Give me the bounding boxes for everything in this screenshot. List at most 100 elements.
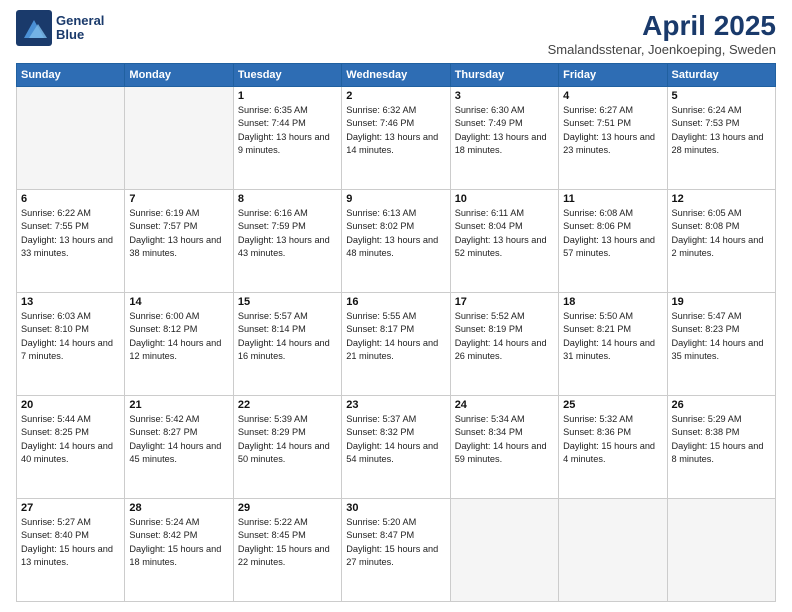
- calendar-cell: 15Sunrise: 5:57 AMSunset: 8:14 PMDayligh…: [233, 293, 341, 396]
- day-info-line: Sunset: 7:53 PM: [672, 117, 771, 130]
- day-info-line: Sunrise: 6:08 AM: [563, 207, 662, 220]
- day-info-line: Daylight: 15 hours and 18 minutes.: [129, 543, 228, 570]
- day-info-line: Sunrise: 5:47 AM: [672, 310, 771, 323]
- day-info-line: Daylight: 13 hours and 43 minutes.: [238, 234, 337, 261]
- calendar-cell: 10Sunrise: 6:11 AMSunset: 8:04 PMDayligh…: [450, 190, 558, 293]
- calendar-cell: 18Sunrise: 5:50 AMSunset: 8:21 PMDayligh…: [559, 293, 667, 396]
- day-number: 1: [238, 90, 337, 102]
- day-info-line: Sunset: 8:29 PM: [238, 426, 337, 439]
- day-info-line: Sunset: 8:27 PM: [129, 426, 228, 439]
- day-info-line: Sunset: 8:21 PM: [563, 323, 662, 336]
- day-info-line: Daylight: 14 hours and 26 minutes.: [455, 337, 554, 364]
- logo: General Blue: [16, 10, 104, 46]
- day-number: 2: [346, 90, 445, 102]
- day-info-line: Daylight: 14 hours and 2 minutes.: [672, 234, 771, 261]
- day-info-line: Daylight: 14 hours and 40 minutes.: [21, 440, 120, 467]
- day-info-line: Daylight: 13 hours and 52 minutes.: [455, 234, 554, 261]
- calendar-cell: 16Sunrise: 5:55 AMSunset: 8:17 PMDayligh…: [342, 293, 450, 396]
- col-header-friday: Friday: [559, 64, 667, 87]
- day-info-line: Sunrise: 5:57 AM: [238, 310, 337, 323]
- day-number: 17: [455, 296, 554, 308]
- day-info-line: Sunset: 7:44 PM: [238, 117, 337, 130]
- day-info-line: Daylight: 13 hours and 57 minutes.: [563, 234, 662, 261]
- day-info-line: Daylight: 15 hours and 22 minutes.: [238, 543, 337, 570]
- day-info-line: Daylight: 14 hours and 54 minutes.: [346, 440, 445, 467]
- calendar-cell: 25Sunrise: 5:32 AMSunset: 8:36 PMDayligh…: [559, 396, 667, 499]
- day-info-line: Sunset: 7:57 PM: [129, 220, 228, 233]
- day-info-line: Daylight: 13 hours and 38 minutes.: [129, 234, 228, 261]
- calendar-table: SundayMondayTuesdayWednesdayThursdayFrid…: [16, 63, 776, 602]
- day-number: 15: [238, 296, 337, 308]
- day-number: 27: [21, 502, 120, 514]
- day-info-line: Sunset: 8:12 PM: [129, 323, 228, 336]
- calendar-cell: 28Sunrise: 5:24 AMSunset: 8:42 PMDayligh…: [125, 499, 233, 602]
- day-number: 7: [129, 193, 228, 205]
- day-number: 8: [238, 193, 337, 205]
- day-info-line: Daylight: 15 hours and 13 minutes.: [21, 543, 120, 570]
- day-number: 21: [129, 399, 228, 411]
- day-info-line: Daylight: 13 hours and 14 minutes.: [346, 131, 445, 158]
- day-number: 18: [563, 296, 662, 308]
- col-header-monday: Monday: [125, 64, 233, 87]
- calendar-cell: 11Sunrise: 6:08 AMSunset: 8:06 PMDayligh…: [559, 190, 667, 293]
- day-info-line: Sunrise: 6:32 AM: [346, 104, 445, 117]
- day-number: 10: [455, 193, 554, 205]
- logo-line2: Blue: [56, 28, 104, 42]
- day-info-line: Sunrise: 5:27 AM: [21, 516, 120, 529]
- day-number: 12: [672, 193, 771, 205]
- calendar-cell: 12Sunrise: 6:05 AMSunset: 8:08 PMDayligh…: [667, 190, 775, 293]
- day-number: 16: [346, 296, 445, 308]
- day-info-line: Sunrise: 5:55 AM: [346, 310, 445, 323]
- calendar-cell: [125, 87, 233, 190]
- day-number: 22: [238, 399, 337, 411]
- day-number: 13: [21, 296, 120, 308]
- calendar-cell: 24Sunrise: 5:34 AMSunset: 8:34 PMDayligh…: [450, 396, 558, 499]
- day-number: 28: [129, 502, 228, 514]
- day-info-line: Sunset: 8:42 PM: [129, 529, 228, 542]
- calendar-cell: 3Sunrise: 6:30 AMSunset: 7:49 PMDaylight…: [450, 87, 558, 190]
- day-info-line: Daylight: 13 hours and 48 minutes.: [346, 234, 445, 261]
- day-number: 23: [346, 399, 445, 411]
- day-info-line: Daylight: 13 hours and 28 minutes.: [672, 131, 771, 158]
- day-info-line: Sunset: 7:55 PM: [21, 220, 120, 233]
- calendar-cell: 22Sunrise: 5:39 AMSunset: 8:29 PMDayligh…: [233, 396, 341, 499]
- calendar-cell: 26Sunrise: 5:29 AMSunset: 8:38 PMDayligh…: [667, 396, 775, 499]
- day-info-line: Sunset: 8:04 PM: [455, 220, 554, 233]
- day-info-line: Daylight: 14 hours and 21 minutes.: [346, 337, 445, 364]
- day-info-line: Sunset: 7:46 PM: [346, 117, 445, 130]
- week-row-3: 13Sunrise: 6:03 AMSunset: 8:10 PMDayligh…: [17, 293, 776, 396]
- day-info-line: Sunrise: 6:24 AM: [672, 104, 771, 117]
- day-number: 14: [129, 296, 228, 308]
- calendar-cell: 21Sunrise: 5:42 AMSunset: 8:27 PMDayligh…: [125, 396, 233, 499]
- day-info-line: Sunrise: 6:03 AM: [21, 310, 120, 323]
- day-number: 3: [455, 90, 554, 102]
- day-info-line: Sunset: 8:10 PM: [21, 323, 120, 336]
- day-info-line: Sunset: 7:49 PM: [455, 117, 554, 130]
- day-number: 11: [563, 193, 662, 205]
- day-number: 29: [238, 502, 337, 514]
- calendar-cell: 2 Sunrise: 6:32 AMSunset: 7:46 PMDaylight…: [342, 87, 450, 190]
- day-number: 26: [672, 399, 771, 411]
- week-row-1: 1Sunrise: 6:35 AMSunset: 7:44 PMDaylight…: [17, 87, 776, 190]
- day-info-line: Sunrise: 6:27 AM: [563, 104, 662, 117]
- col-header-saturday: Saturday: [667, 64, 775, 87]
- day-info-line: Daylight: 14 hours and 7 minutes.: [21, 337, 120, 364]
- calendar-cell: 9Sunrise: 6:13 AMSunset: 8:02 PMDaylight…: [342, 190, 450, 293]
- week-row-4: 20Sunrise: 5:44 AMSunset: 8:25 PMDayligh…: [17, 396, 776, 499]
- day-number: 4: [563, 90, 662, 102]
- day-info-line: Daylight: 14 hours and 35 minutes.: [672, 337, 771, 364]
- day-info-line: Sunset: 7:51 PM: [563, 117, 662, 130]
- calendar-cell: 23Sunrise: 5:37 AMSunset: 8:32 PMDayligh…: [342, 396, 450, 499]
- col-header-wednesday: Wednesday: [342, 64, 450, 87]
- day-info-line: Sunrise: 5:29 AM: [672, 413, 771, 426]
- week-row-2: 6Sunrise: 6:22 AMSunset: 7:55 PMDaylight…: [17, 190, 776, 293]
- day-info-line: Sunset: 8:36 PM: [563, 426, 662, 439]
- calendar-cell: 17Sunrise: 5:52 AMSunset: 8:19 PMDayligh…: [450, 293, 558, 396]
- day-info-line: Sunrise: 6:35 AM: [238, 104, 337, 117]
- day-number: 6: [21, 193, 120, 205]
- day-info-line: Daylight: 14 hours and 50 minutes.: [238, 440, 337, 467]
- day-info-line: Sunset: 8:32 PM: [346, 426, 445, 439]
- day-info-line: Sunset: 8:38 PM: [672, 426, 771, 439]
- day-info-line: Daylight: 13 hours and 9 minutes.: [238, 131, 337, 158]
- day-info-line: Daylight: 14 hours and 31 minutes.: [563, 337, 662, 364]
